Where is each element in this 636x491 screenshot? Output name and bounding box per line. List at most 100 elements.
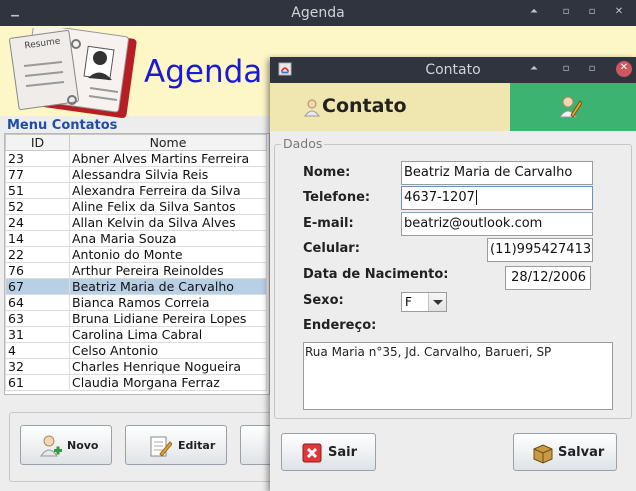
save-icon: [533, 444, 553, 464]
telefone-label: Telefone:: [303, 190, 371, 205]
cell-nome: Antonio do Monte: [69, 246, 267, 263]
endereco-label: Endereço:: [303, 318, 377, 333]
sexo-label: Sexo:: [303, 293, 344, 308]
cell-id: 23: [5, 150, 70, 167]
table-row[interactable]: 67 Beatriz Maria de Carvalho: [5, 278, 267, 295]
sexo-selected-value: F: [405, 295, 412, 309]
table-row[interactable]: 24 Allan Kelvin da Silva Alves: [5, 214, 267, 231]
close-icon[interactable]: ✕: [612, 5, 626, 19]
cell-nome: Beatriz Maria de Carvalho: [69, 278, 267, 295]
sair-button[interactable]: Sair: [281, 433, 376, 471]
cell-nome: Abner Alves Martins Ferreira: [69, 150, 267, 167]
cell-nome: Celso Antonio: [69, 342, 267, 359]
table-row[interactable]: 76 Arthur Pereira Reinoldes: [5, 262, 267, 279]
contacts-table-panel[interactable]: ID Nome 23 Abner Alves Martins Ferreira 77…: [4, 133, 270, 395]
table-row[interactable]: 23 Abner Alves Martins Ferreira: [5, 150, 267, 167]
cell-id: 52: [5, 198, 70, 215]
maximize-icon[interactable]: ⏶: [527, 62, 541, 76]
cell-id: 63: [5, 310, 70, 327]
endereco-textarea[interactable]: Rua Maria n°35, Jd. Carvalho, Barueri, S…: [303, 342, 613, 410]
dialog-heading: Contato: [322, 95, 407, 117]
user-icon: [304, 99, 320, 117]
exit-icon: [302, 443, 322, 463]
restore-icon[interactable]: ▫: [585, 62, 599, 76]
dialog-header: Contato: [270, 83, 510, 131]
sair-button-label: Sair: [328, 445, 358, 460]
cell-nome: Bianca Ramos Correia: [69, 294, 267, 311]
dialog-title: Contato: [425, 62, 481, 78]
dados-group: Dados Nome: Beatriz Maria de Carvalho Te…: [274, 136, 632, 419]
cell-id: 64: [5, 294, 70, 311]
dialog-titlebar[interactable]: Contato ⏶ ▫ ▫ ✕: [270, 57, 636, 83]
contacts-table[interactable]: ID Nome 23 Abner Alves Martins Ferreira 77…: [5, 134, 267, 391]
table-row[interactable]: 61 Claudia Morgana Ferraz: [5, 374, 267, 391]
editar-button[interactable]: Editar: [125, 425, 227, 465]
restore-icon[interactable]: ▫: [585, 5, 599, 19]
nascimento-label: Data de Nacimento:: [303, 267, 449, 282]
cell-nome: Alexandra Ferreira da Silva: [69, 182, 267, 199]
restore-icon[interactable]: ▫: [559, 5, 573, 19]
cell-id: 67: [5, 278, 70, 295]
edit-icon: [150, 436, 172, 457]
dialog-header-accent: [510, 83, 636, 131]
nome-label: Nome:: [303, 165, 351, 180]
salvar-button[interactable]: Salvar: [513, 433, 617, 471]
add-user-icon: [40, 435, 62, 457]
cell-nome: Carolina Lima Cabral: [69, 326, 267, 343]
cell-nome: Allan Kelvin da Silva Alves: [69, 214, 267, 231]
table-row[interactable]: 52 Aline Felix da Silva Santos: [5, 198, 267, 215]
text-cursor: [475, 190, 477, 205]
contato-dialog[interactable]: Contato ⏶ ▫ ▫ ✕ Contato Dados Nome: Beat…: [270, 57, 636, 491]
main-buttons-panel: Novo Editar: [9, 412, 300, 482]
table-row[interactable]: 14 Ana Maria Souza: [5, 230, 267, 247]
cell-id: 24: [5, 214, 70, 231]
cell-id: 61: [5, 374, 70, 391]
table-row[interactable]: 31 Carolina Lima Cabral: [5, 326, 267, 343]
cell-id: 32: [5, 358, 70, 375]
cell-id: 31: [5, 326, 70, 343]
column-header-id[interactable]: ID: [5, 134, 70, 151]
novo-button[interactable]: Novo: [20, 425, 112, 465]
column-header-nome[interactable]: Nome: [69, 134, 267, 151]
cell-nome: Charles Henrique Nogueira: [69, 358, 267, 375]
table-row[interactable]: 22 Antonio do Monte: [5, 246, 267, 263]
app-heading: Agenda: [144, 54, 263, 90]
table-row[interactable]: 64 Bianca Ramos Correia: [5, 294, 267, 311]
cell-id: 76: [5, 262, 70, 279]
menu-contatos-label: Menu Contatos: [7, 118, 118, 133]
telefone-field[interactable]: 4637-1207: [401, 186, 593, 210]
email-label: E-mail:: [303, 216, 354, 231]
telefone-value: 4637-1207: [404, 190, 475, 205]
dropdown-arrow-icon[interactable]: [428, 293, 446, 311]
restore-icon[interactable]: ▫: [559, 62, 573, 76]
table-row[interactable]: 32 Charles Henrique Nogueira: [5, 358, 267, 375]
sexo-select[interactable]: F: [401, 292, 447, 312]
cell-nome: Arthur Pereira Reinoldes: [69, 262, 267, 279]
book-logo-icon: Resume: [9, 28, 137, 118]
table-header-row: ID Nome: [5, 134, 267, 151]
close-icon[interactable]: ✕: [616, 61, 632, 77]
cell-nome: Ana Maria Souza: [69, 230, 267, 247]
user-edit-icon: [559, 96, 582, 118]
cell-nome: Aline Felix da Silva Santos: [69, 198, 267, 215]
cell-id: 22: [5, 246, 70, 263]
nome-field[interactable]: Beatriz Maria de Carvalho: [401, 161, 593, 185]
cell-nome: Alessandra Silvia Reis: [69, 166, 267, 183]
main-titlebar[interactable]: ▁ Agenda ⏶ ▫ ▫ ✕: [0, 0, 636, 26]
cell-id: 51: [5, 182, 70, 199]
cell-id: 14: [5, 230, 70, 247]
salvar-button-label: Salvar: [558, 445, 605, 460]
dados-group-title: Dados: [281, 136, 325, 151]
celular-label: Celular:: [303, 241, 360, 256]
cell-nome: Bruna Lidiane Pereira Lopes: [69, 310, 267, 327]
table-row[interactable]: 63 Bruna Lidiane Pereira Lopes: [5, 310, 267, 327]
novo-button-label: Novo: [67, 439, 99, 452]
nascimento-field[interactable]: 28/12/2006: [505, 266, 591, 290]
table-row[interactable]: 77 Alessandra Silvia Reis: [5, 166, 267, 183]
table-row[interactable]: 51 Alexandra Ferreira da Silva: [5, 182, 267, 199]
maximize-icon[interactable]: ⏶: [527, 5, 541, 19]
email-field[interactable]: beatriz@outlook.com: [401, 212, 593, 236]
table-row[interactable]: 4 Celso Antonio: [5, 342, 267, 359]
celular-field[interactable]: (11)995427413: [487, 238, 593, 262]
cell-nome: Claudia Morgana Ferraz: [69, 374, 267, 391]
